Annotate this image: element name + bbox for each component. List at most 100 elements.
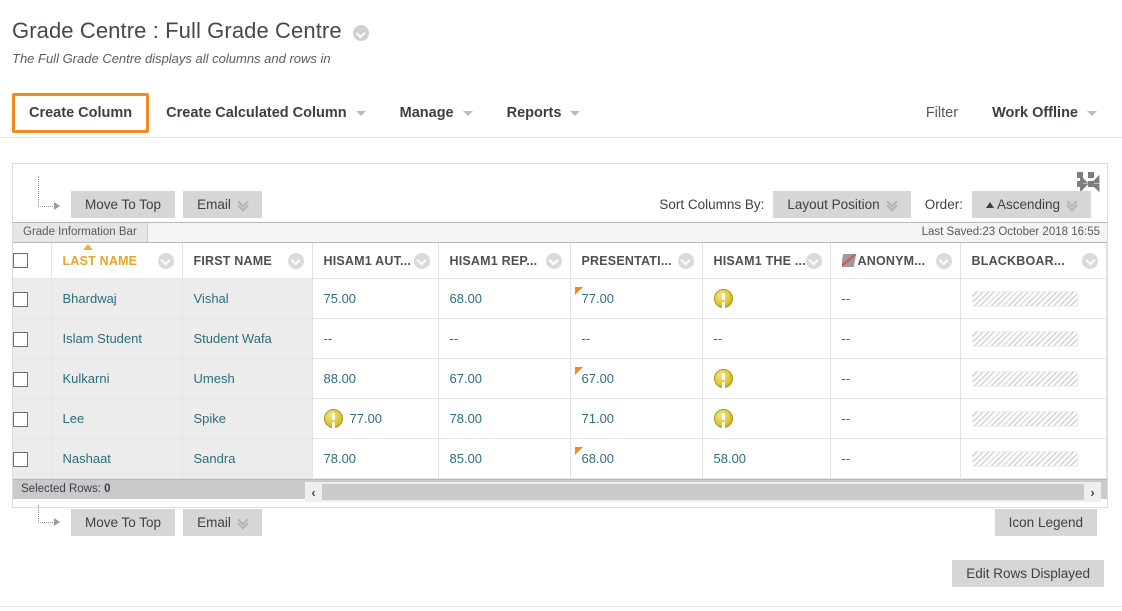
- move-to-top-button-top[interactable]: Move To Top: [71, 191, 176, 218]
- grade-value[interactable]: --: [439, 319, 570, 358]
- cell-blackboard[interactable]: [960, 318, 1107, 359]
- cell-last-name[interactable]: Islam Student: [51, 318, 183, 359]
- first-name-link[interactable]: Spike: [183, 399, 312, 438]
- cell-first-name[interactable]: Sandra: [182, 438, 313, 479]
- row-checkbox[interactable]: [13, 411, 28, 427]
- last-name-link[interactable]: Bhardwaj: [52, 279, 182, 318]
- row-checkbox[interactable]: [13, 331, 28, 347]
- grade-value[interactable]: --: [831, 359, 960, 398]
- select-all-checkbox[interactable]: [13, 253, 28, 269]
- cell-blackboard[interactable]: [960, 278, 1107, 319]
- grade-value[interactable]: 85.00: [439, 439, 570, 478]
- work-offline-menu[interactable]: Work Offline: [975, 98, 1114, 128]
- cell-last-name[interactable]: Lee: [51, 398, 183, 439]
- column-menu-chevron-down-icon[interactable]: [287, 252, 304, 269]
- cell-blackboard[interactable]: [960, 358, 1107, 399]
- cell-anonymous[interactable]: --: [830, 278, 961, 319]
- cell-first-name[interactable]: Vishal: [182, 278, 313, 319]
- cell-presentation[interactable]: 67.00: [570, 358, 703, 399]
- cell-first-name[interactable]: Student Wafa: [182, 318, 313, 359]
- column-menu-chevron-down-icon[interactable]: [413, 252, 430, 269]
- cell-first-name[interactable]: Umesh: [182, 358, 313, 399]
- cell-hisam1-the[interactable]: --: [702, 318, 831, 359]
- page-title-chevron-down-icon[interactable]: [353, 25, 370, 41]
- last-name-link[interactable]: Kulkarni: [52, 359, 182, 398]
- first-name-link[interactable]: Student Wafa: [183, 319, 312, 358]
- cell-hisam1-aut[interactable]: 75.00: [312, 278, 439, 319]
- column-menu-chevron-down-icon[interactable]: [677, 252, 694, 269]
- reports-menu[interactable]: Reports: [490, 98, 598, 128]
- column-header-hisam1-rep[interactable]: HISAM1 REP...: [438, 243, 571, 279]
- row-checkbox[interactable]: [13, 291, 28, 307]
- cell-hisam1-the[interactable]: [702, 278, 831, 319]
- first-name-link[interactable]: Vishal: [183, 279, 312, 318]
- order-select[interactable]: Ascending: [971, 191, 1091, 218]
- move-to-top-button-bottom[interactable]: Move To Top: [71, 509, 176, 536]
- cell-hisam1-rep[interactable]: 78.00: [438, 398, 571, 439]
- sort-columns-by-select[interactable]: Layout Position: [773, 191, 911, 218]
- cell-last-name[interactable]: Kulkarni: [51, 358, 183, 399]
- manage-menu[interactable]: Manage: [383, 98, 490, 128]
- column-menu-chevron-down-icon[interactable]: [1082, 252, 1098, 269]
- column-header-hisam1-aut[interactable]: HISAM1 AUT...: [312, 243, 439, 279]
- grade-value[interactable]: --: [831, 279, 960, 318]
- first-name-link[interactable]: Sandra: [183, 439, 312, 478]
- cell-presentation[interactable]: 68.00: [570, 438, 703, 479]
- column-menu-chevron-down-icon[interactable]: [805, 252, 822, 269]
- filter-button[interactable]: Filter: [909, 98, 975, 128]
- grade-value[interactable]: 88.00: [313, 359, 438, 398]
- cell-presentation[interactable]: --: [570, 318, 703, 359]
- column-header-anonymous[interactable]: ANONYM...: [830, 243, 961, 279]
- column-header-blackboard[interactable]: BLACKBOAR...: [960, 243, 1107, 279]
- cell-hisam1-the[interactable]: [702, 398, 831, 439]
- cell-anonymous[interactable]: --: [830, 438, 961, 479]
- cell-hisam1-the[interactable]: 58.00: [702, 438, 831, 479]
- column-header-last-name[interactable]: LAST NAME: [51, 243, 183, 279]
- cell-first-name[interactable]: Spike: [182, 398, 313, 439]
- grade-value[interactable]: 68.00: [439, 279, 570, 318]
- grade-value[interactable]: --: [831, 439, 960, 478]
- cell-hisam1-rep[interactable]: 67.00: [438, 358, 571, 399]
- first-name-link[interactable]: Umesh: [183, 359, 312, 398]
- grade-value[interactable]: --: [703, 319, 830, 358]
- row-checkbox[interactable]: [13, 371, 28, 387]
- grade-value[interactable]: 78.00: [439, 399, 570, 438]
- cell-blackboard[interactable]: [960, 438, 1107, 479]
- cell-anonymous[interactable]: --: [830, 398, 961, 439]
- email-menu-button-top[interactable]: Email: [183, 191, 262, 218]
- cell-hisam1-aut[interactable]: 88.00: [312, 358, 439, 399]
- cell-hisam1-rep[interactable]: --: [438, 318, 571, 359]
- cell-hisam1-rep[interactable]: 85.00: [438, 438, 571, 479]
- cell-presentation[interactable]: 71.00: [570, 398, 703, 439]
- grade-value[interactable]: --: [313, 319, 438, 358]
- last-name-link[interactable]: Nashaat: [52, 439, 182, 478]
- create-column-button[interactable]: Create Column: [12, 93, 150, 133]
- cell-last-name[interactable]: Nashaat: [51, 438, 183, 479]
- grade-value[interactable]: --: [831, 399, 960, 438]
- cell-anonymous[interactable]: --: [830, 318, 961, 359]
- grade-value[interactable]: --: [571, 319, 702, 358]
- cell-hisam1-aut[interactable]: --: [312, 318, 439, 359]
- cell-presentation[interactable]: 77.00: [570, 278, 703, 319]
- create-calculated-column-menu[interactable]: Create Calculated Column: [149, 98, 383, 128]
- grade-value[interactable]: 75.00: [313, 279, 438, 318]
- cell-anonymous[interactable]: --: [830, 358, 961, 399]
- grade-value[interactable]: 78.00: [313, 439, 438, 478]
- column-header-presentation[interactable]: PRESENTATI...: [570, 243, 703, 279]
- cell-blackboard[interactable]: [960, 398, 1107, 439]
- cell-hisam1-aut[interactable]: 77.00: [312, 398, 439, 439]
- column-header-first-name[interactable]: FIRST NAME: [182, 243, 313, 279]
- grade-value[interactable]: 67.00: [439, 359, 570, 398]
- column-menu-chevron-down-icon[interactable]: [935, 252, 952, 269]
- last-name-link[interactable]: Lee: [52, 399, 182, 438]
- cell-hisam1-aut[interactable]: 78.00: [312, 438, 439, 479]
- grade-value[interactable]: 58.00: [703, 439, 830, 478]
- last-name-link[interactable]: Islam Student: [52, 319, 182, 358]
- edit-rows-displayed-button[interactable]: Edit Rows Displayed: [952, 560, 1104, 587]
- column-menu-chevron-down-icon[interactable]: [157, 252, 174, 269]
- row-checkbox[interactable]: [13, 451, 28, 467]
- scrollbar-thumb[interactable]: [322, 484, 1084, 500]
- column-header-hisam1-the[interactable]: HISAM1 THE ...: [702, 243, 831, 279]
- grade-value[interactable]: --: [831, 319, 960, 358]
- email-menu-button-bottom[interactable]: Email: [183, 509, 262, 536]
